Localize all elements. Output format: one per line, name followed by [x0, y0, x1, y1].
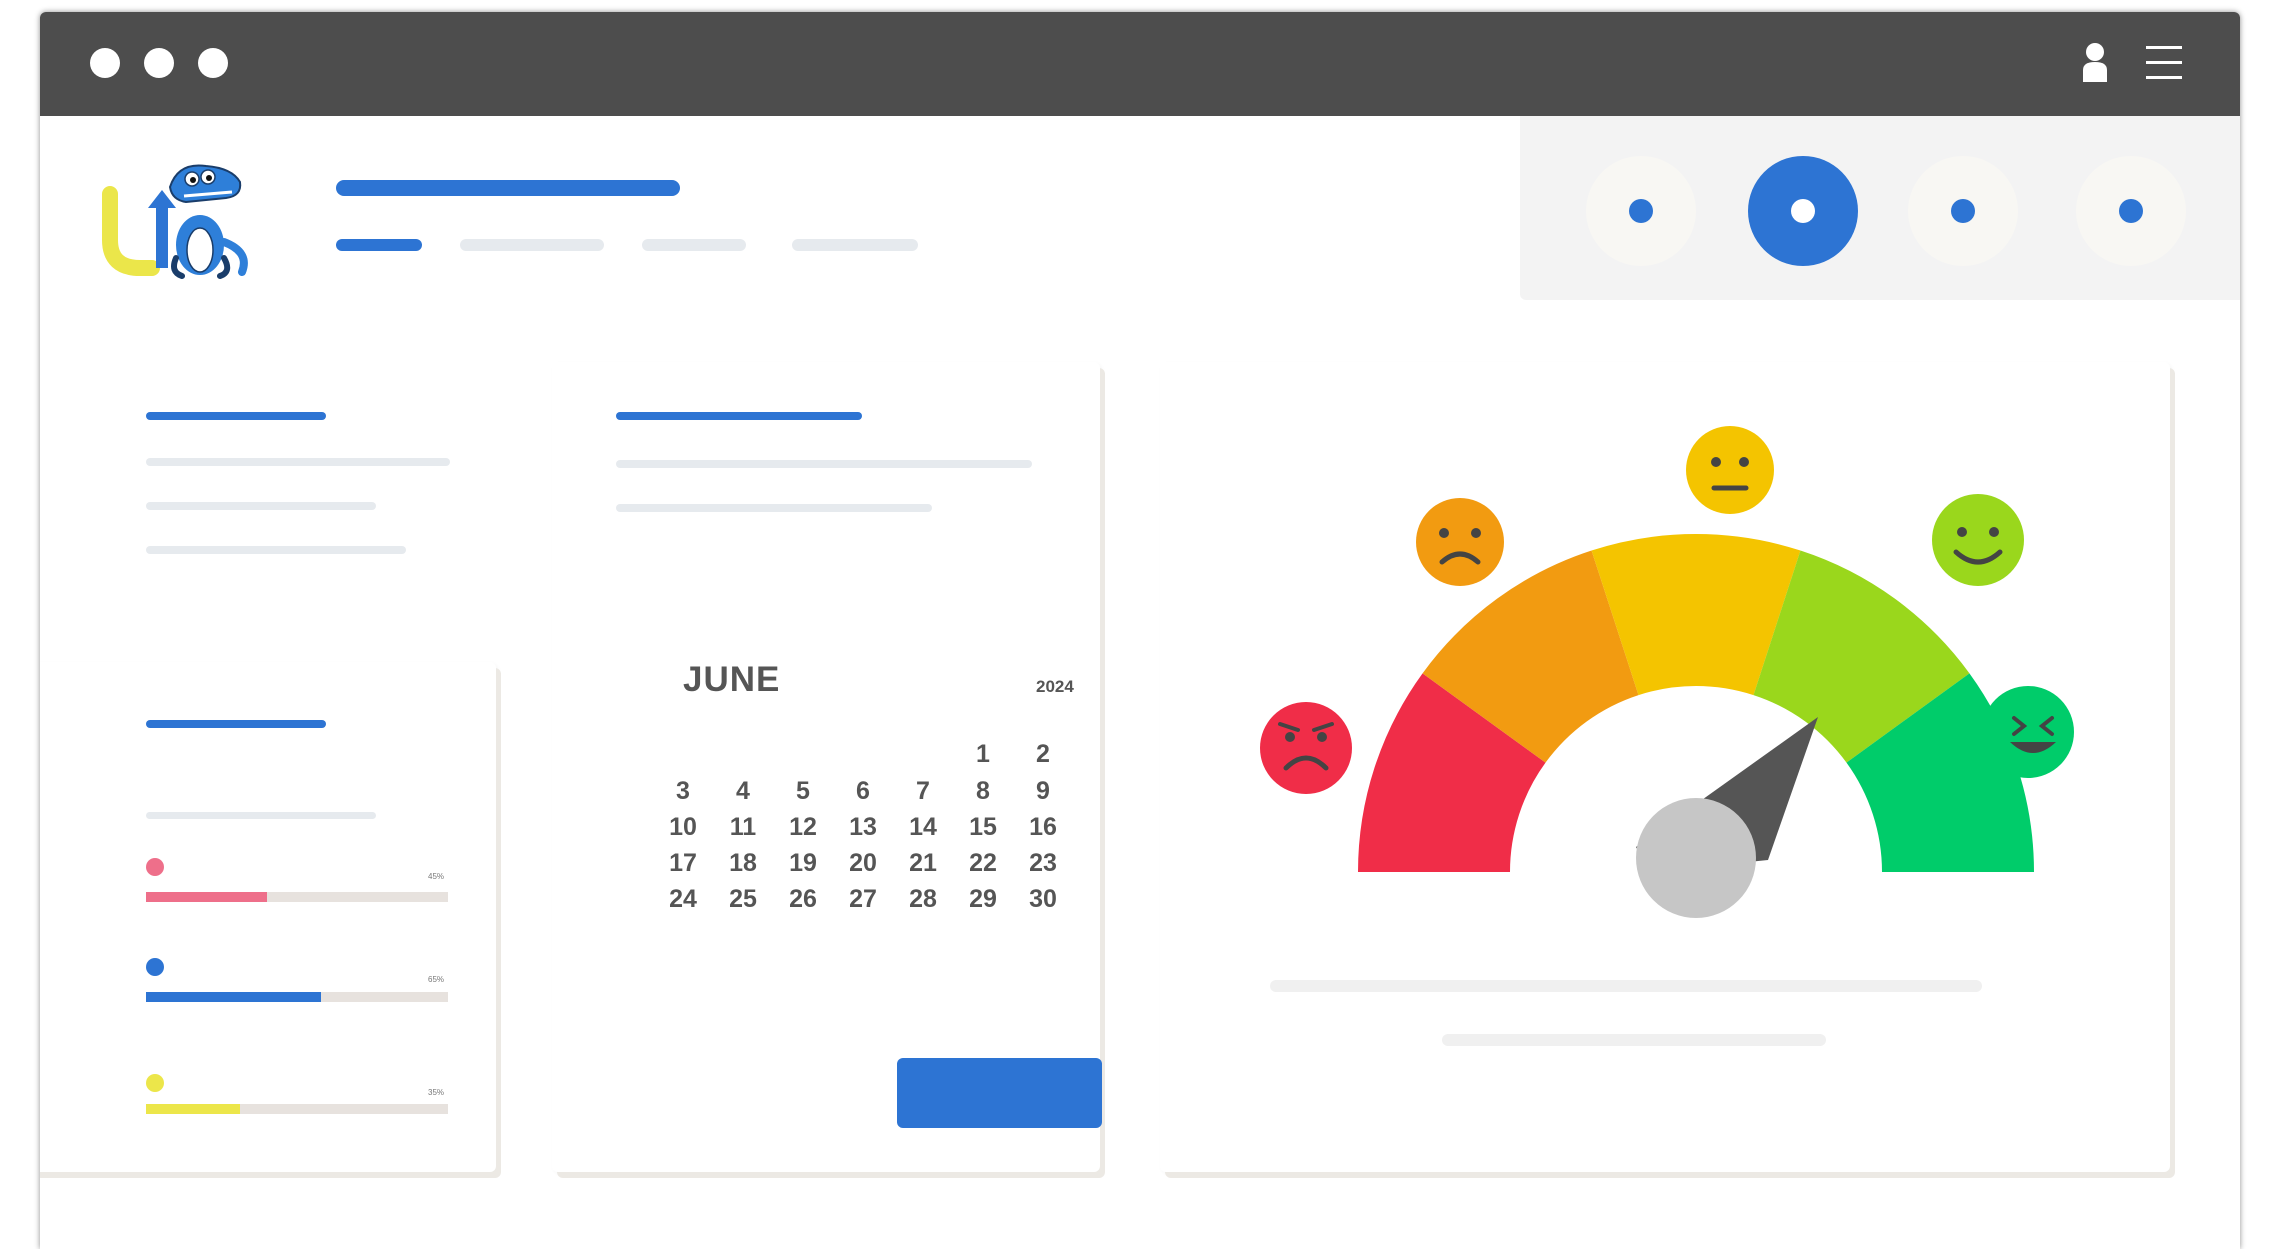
very-unhappy-face-icon [1260, 702, 1352, 794]
progress-fill-2 [146, 992, 322, 1002]
calendar-day[interactable]: 2 [1018, 740, 1068, 769]
calendar-month: JUNE [683, 660, 781, 699]
step-4[interactable] [2076, 156, 2186, 266]
progress-dot-3 [146, 1074, 164, 1092]
menu-icon[interactable] [2146, 46, 2182, 80]
calendar-day[interactable]: 1 [958, 740, 1008, 769]
calendar-confirm-button[interactable] [897, 1058, 1102, 1128]
calendar-day[interactable]: 6 [838, 777, 888, 806]
gauge-caption-line-2 [1442, 1034, 1826, 1046]
progress-track-3 [146, 1104, 448, 1114]
calendar-day[interactable]: 11 [718, 813, 768, 842]
progress-track-2 [146, 992, 448, 1002]
gauge-hub [1636, 798, 1756, 918]
title-bar [40, 12, 2240, 116]
nav-tab-2[interactable] [460, 239, 604, 251]
progress-label-2: 65% [428, 975, 445, 984]
calendar-day[interactable]: 14 [898, 813, 948, 842]
progress-dot-1 [146, 858, 164, 876]
calendar-day[interactable]: 3 [658, 777, 708, 806]
calendar-day[interactable]: 16 [1018, 813, 1068, 842]
nav-tab-3[interactable] [642, 239, 746, 251]
step-1[interactable] [1586, 156, 1696, 266]
calendar-day[interactable]: 12 [778, 813, 828, 842]
calendar-day[interactable]: 22 [958, 849, 1008, 878]
gauge-caption-line-1 [1270, 980, 1982, 992]
user-icon[interactable] [2080, 42, 2110, 84]
calendar-day[interactable]: 26 [778, 885, 828, 914]
calendar-day[interactable]: 30 [1018, 885, 1068, 914]
calendar-day[interactable]: 19 [778, 849, 828, 878]
crocodile-logo [102, 164, 248, 279]
left-section-heading [146, 412, 326, 420]
calendar-day[interactable]: 18 [718, 849, 768, 878]
calendar-text-line-2 [616, 504, 932, 512]
calendar-day[interactable]: 4 [718, 777, 768, 806]
calendar-day[interactable]: 13 [838, 813, 888, 842]
header-title-bar [336, 180, 680, 196]
progress-dot-2 [146, 958, 164, 976]
progress-label-1: 45% [428, 872, 445, 881]
left-text-line-3 [146, 546, 406, 554]
calendar-day[interactable]: 28 [898, 885, 948, 914]
calendar-day[interactable]: 8 [958, 777, 1008, 806]
calendar-day[interactable]: 17 [658, 849, 708, 878]
neutral-face-icon [1686, 426, 1774, 514]
close-dot[interactable] [90, 48, 120, 78]
calendar-day[interactable]: 20 [838, 849, 888, 878]
progress-label-3: 35% [428, 1088, 445, 1097]
calendar-day[interactable]: 5 [778, 777, 828, 806]
calendar-day[interactable]: 7 [898, 777, 948, 806]
step-3[interactable] [1908, 156, 2018, 266]
very-happy-face-icon [1982, 686, 2074, 778]
minimize-dot[interactable] [144, 48, 174, 78]
left-text-line-1 [146, 458, 450, 466]
nav-tab-4[interactable] [792, 239, 918, 251]
progress-card-subtitle [146, 812, 376, 819]
step-selector [1520, 116, 2240, 300]
calendar-day[interactable]: 25 [718, 885, 768, 914]
calendar-year: 2024 [1036, 677, 1074, 696]
left-text-line-2 [146, 502, 376, 510]
progress-track-1 [146, 892, 448, 902]
nav-tab-active[interactable] [336, 239, 422, 251]
calendar-day[interactable]: 15 [958, 813, 1008, 842]
calendar-day[interactable]: 21 [898, 849, 948, 878]
calendar-day[interactable]: 9 [1018, 777, 1068, 806]
progress-fill-3 [146, 1104, 240, 1114]
calendar-day[interactable]: 24 [658, 885, 708, 914]
step-2[interactable] [1748, 156, 1858, 266]
progress-card-heading [146, 720, 326, 728]
maximize-dot[interactable] [198, 48, 228, 78]
calendar-day[interactable]: 29 [958, 885, 1008, 914]
calendar-day[interactable]: 23 [1018, 849, 1068, 878]
calendar-day[interactable]: 10 [658, 813, 708, 842]
app-window: 45% 65% 35% JUNE 2024 1 2 3 4 5 6 7 8 9 10 11 12 13 1… [40, 12, 2240, 1249]
satisfaction-gauge [1260, 426, 2074, 918]
happy-face-icon [1932, 494, 2024, 586]
calendar-text-line-1 [616, 460, 1032, 468]
calendar-card-heading [616, 412, 862, 420]
calendar-day[interactable]: 27 [838, 885, 888, 914]
progress-fill-1 [146, 892, 267, 902]
unhappy-face-icon [1416, 498, 1504, 586]
